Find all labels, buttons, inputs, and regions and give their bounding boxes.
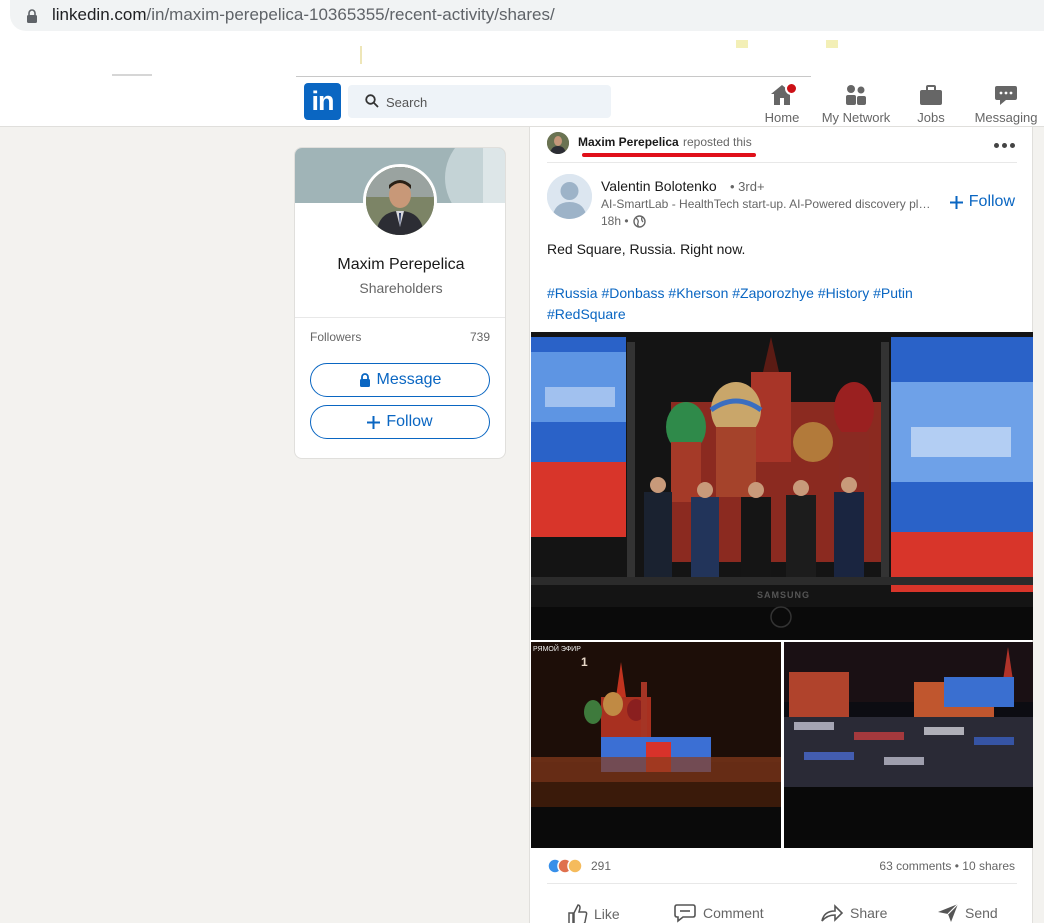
- reposter-name[interactable]: Maxim Perepelica: [578, 135, 679, 149]
- nav-home[interactable]: Home: [742, 82, 822, 125]
- author-avatar[interactable]: [547, 174, 592, 219]
- like-icon: [568, 904, 588, 923]
- feed-post: Maxim Perepelica reposted this Valentin …: [529, 127, 1033, 923]
- plus-icon: [367, 415, 381, 429]
- comment-button[interactable]: Comment: [673, 903, 764, 923]
- reaction-count: 291: [591, 859, 612, 873]
- followers-count: 739: [469, 330, 490, 344]
- browser-address-bar[interactable]: linkedin.com/in/maxim-perepelica-1036535…: [0, 0, 1044, 34]
- post-text: Red Square, Russia. Right now.: [547, 241, 746, 257]
- profile-name[interactable]: Maxim Perepelica: [295, 256, 505, 274]
- top-nav: in Search Home My Network Jobs Messaging: [0, 76, 1044, 127]
- more-options-icon[interactable]: [994, 143, 1015, 148]
- chat-icon: [995, 86, 1017, 105]
- message-button[interactable]: Message: [310, 363, 490, 397]
- nav-my-network[interactable]: My Network: [816, 82, 896, 125]
- search-icon: [365, 94, 379, 108]
- divider: [547, 162, 1017, 163]
- send-icon: [938, 903, 959, 922]
- connection-degree: • 3rd+: [730, 179, 765, 194]
- reactions-summary[interactable]: 291: [547, 858, 611, 874]
- svg-text:1: 1: [581, 655, 588, 669]
- hashtag-link[interactable]: #History: [818, 285, 869, 301]
- author-headline: AI-SmartLab - HealthTech start-up. AI-Po…: [601, 197, 931, 211]
- briefcase-icon: [920, 85, 942, 105]
- bookmarks-bar: [0, 34, 1044, 76]
- share-icon: [821, 904, 844, 922]
- red-square-night-photo: 1: [531, 642, 781, 848]
- hashtag-link[interactable]: #Donbass: [601, 285, 664, 301]
- nav-messaging[interactable]: Messaging: [966, 82, 1044, 125]
- profile-headline: Shareholders: [359, 280, 443, 296]
- hashtag-link[interactable]: #Russia: [547, 285, 598, 301]
- plus-icon: [949, 195, 963, 209]
- like-button[interactable]: Like: [566, 903, 620, 923]
- author-name[interactable]: Valentin Bolotenko: [601, 178, 717, 194]
- post-actions: Like Comment Share Send: [530, 903, 1034, 923]
- lock-icon: [27, 9, 37, 23]
- hashtag-link[interactable]: #Kherson: [668, 285, 728, 301]
- comments-shares-count[interactable]: 63 comments • 10 shares: [879, 859, 1015, 873]
- hashtag-link[interactable]: #Putin: [873, 285, 913, 301]
- search-input[interactable]: Search: [348, 85, 611, 118]
- profile-photo: [366, 167, 434, 235]
- nav-jobs[interactable]: Jobs: [891, 82, 971, 125]
- url-text[interactable]: linkedin.com/in/maxim-perepelica-1036535…: [52, 5, 555, 25]
- hashtags: #Russia #Donbass #Kherson #Zaporozhye #H…: [547, 283, 1007, 325]
- hashtag-link[interactable]: #Zaporozhye: [732, 285, 814, 301]
- followers-label: Followers: [310, 330, 362, 344]
- network-icon: [846, 85, 866, 105]
- reposter-avatar[interactable]: [547, 132, 569, 154]
- divider: [547, 883, 1017, 884]
- send-button[interactable]: Send: [937, 903, 998, 923]
- linkedin-logo[interactable]: in: [304, 83, 341, 120]
- tv-brand-label: SAMSUNG: [757, 590, 811, 600]
- follow-author-button[interactable]: Follow: [949, 193, 1015, 211]
- lock-icon: [359, 373, 370, 387]
- hashtag-link[interactable]: #RedSquare: [547, 306, 626, 322]
- follow-button[interactable]: Follow: [310, 405, 490, 439]
- notification-badge: [785, 82, 798, 95]
- search-placeholder: Search: [386, 95, 428, 110]
- red-underline-annotation: [582, 153, 756, 157]
- post-image-3[interactable]: [784, 642, 1033, 848]
- post-time: 18h •: [601, 214, 646, 228]
- profile-card: Maxim Perepelica Shareholders Followers …: [294, 147, 506, 459]
- comment-icon: [674, 904, 696, 923]
- post-image-main[interactable]: SAMSUNG: [531, 332, 1033, 640]
- post-image-2[interactable]: 1 РЯМОЙ ЭФИР: [531, 642, 781, 848]
- avatar[interactable]: [363, 164, 437, 238]
- crowd-with-flags-photo: [784, 642, 1033, 848]
- live-broadcast-label: РЯМОЙ ЭФИР: [533, 646, 581, 653]
- globe-icon: [632, 214, 646, 228]
- reaction-icons: [547, 858, 583, 874]
- repost-action: reposted this: [683, 135, 752, 149]
- share-button[interactable]: Share: [820, 903, 887, 923]
- divider: [295, 317, 505, 318]
